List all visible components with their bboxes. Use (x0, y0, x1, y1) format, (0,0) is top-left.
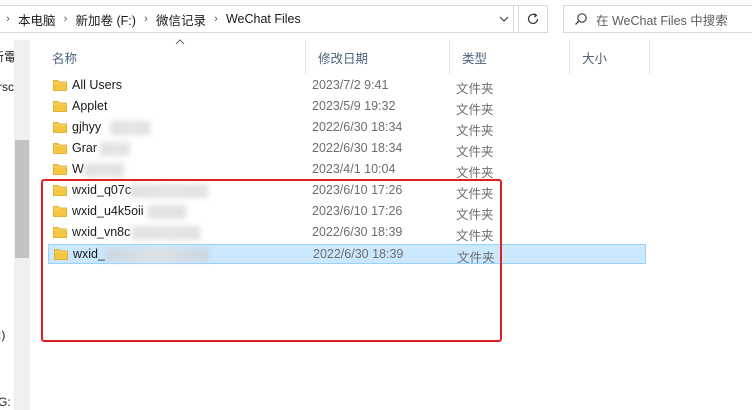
search-input[interactable]: 在 WeChat Files 中搜索 (563, 5, 752, 33)
file-explorer-window: › 本电脑 › 新加卷 (F:) › 微信记录 › WeChat Files 在… (0, 0, 752, 410)
column-name[interactable]: 名称 (40, 40, 306, 74)
folder-icon (53, 164, 67, 175)
column-type[interactable]: 类型 (450, 40, 570, 74)
crumb-drive-f[interactable]: 新加卷 (F:) (74, 10, 138, 29)
file-type: 文件夹 (456, 82, 494, 96)
file-name: Applet (72, 99, 108, 113)
refresh-button[interactable] (518, 5, 548, 33)
file-date-modified: 2023/4/1 10:04 (312, 162, 396, 176)
crumb-separator: › (214, 13, 218, 25)
file-row[interactable]: gjhyy 2022/6/30 18:34 文件夹 (48, 118, 646, 138)
sort-ascending-icon (175, 39, 185, 45)
file-row[interactable]: All Users 2023/7/2 9:41 文件夹 (48, 76, 646, 96)
breadcrumb[interactable]: › 本电脑 › 新加卷 (F:) › 微信记录 › WeChat Files (0, 5, 514, 33)
file-name: W (72, 162, 84, 176)
column-size[interactable]: 大小 (570, 40, 650, 74)
nav-scrollbar-thumb[interactable] (15, 140, 29, 258)
file-name: gjhyy (72, 120, 102, 134)
search-icon (575, 13, 587, 25)
file-name: Grar (72, 141, 97, 155)
file-date-modified: 2023/7/2 9:41 (312, 78, 389, 92)
folder-icon (53, 122, 67, 133)
nav-item-fragment[interactable]: G: (0, 395, 11, 409)
file-date-modified: 2023/5/9 19:32 (312, 99, 396, 113)
file-row[interactable]: Applet 2023/5/9 19:32 文件夹 (48, 97, 646, 117)
nav-item-fragment[interactable]: rsc (0, 80, 14, 94)
crumb-separator: › (6, 13, 10, 25)
chevron-down-icon (499, 16, 509, 22)
crumb-wechat-records[interactable]: 微信记录 (154, 10, 208, 29)
redaction-blur (110, 121, 150, 135)
crumb-wechat-files[interactable]: WeChat Files (224, 12, 303, 26)
nav-item-fragment[interactable]: :) (0, 328, 5, 342)
refresh-icon (527, 13, 539, 25)
file-type: 文件夹 (456, 103, 494, 117)
folder-icon (53, 143, 67, 154)
annotation-highlight-box (41, 179, 502, 342)
file-row[interactable]: Grar 2022/6/30 18:34 文件夹 (48, 139, 646, 159)
crumb-this-pc[interactable]: 本电脑 (16, 10, 58, 29)
column-header: 名称 修改日期 类型 大小 (30, 40, 752, 74)
file-type: 文件夹 (456, 124, 494, 138)
file-date-modified: 2022/6/30 18:34 (312, 141, 403, 155)
redaction-blur (84, 163, 124, 177)
file-row[interactable]: W 2023/4/1 10:04 文件夹 (48, 160, 646, 180)
file-type: 文件夹 (456, 145, 494, 159)
crumb-separator: › (63, 13, 68, 25)
address-dropdown-button[interactable] (490, 5, 518, 33)
column-date-modified[interactable]: 修改日期 (306, 40, 450, 74)
folder-icon (53, 80, 67, 91)
crumb-separator: › (144, 13, 148, 25)
redaction-blur (100, 142, 130, 156)
address-bar: › 本电脑 › 新加卷 (F:) › 微信记录 › WeChat Files 在… (0, 0, 752, 40)
folder-icon (53, 101, 67, 112)
file-name: All Users (72, 78, 123, 92)
search-placeholder: 在 WeChat Files 中搜索 (596, 13, 728, 28)
file-date-modified: 2022/6/30 18:34 (312, 120, 403, 134)
